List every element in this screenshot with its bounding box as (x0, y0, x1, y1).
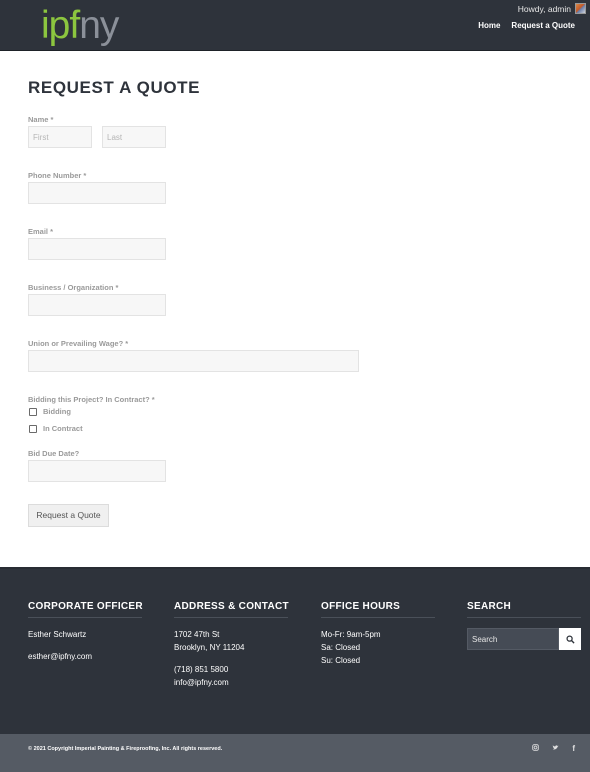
account-menu[interactable]: Howdy, admin (518, 3, 586, 14)
officer-name: Esther Schwartz (28, 630, 87, 639)
phone-input[interactable] (28, 182, 166, 204)
search-button[interactable] (559, 628, 581, 650)
search-widget: SEARCH Search (467, 601, 581, 650)
nav-request-a-quote[interactable]: Request a Quote (511, 21, 575, 30)
bidding-label: Bidding this Project? In Contract? * (28, 395, 155, 404)
avatar (575, 3, 586, 14)
copyright-bar: © 2021 Copyright Imperial Painting & Fir… (0, 734, 590, 772)
business-label: Business / Organization * (28, 283, 119, 292)
bid-due-date-input[interactable] (28, 460, 166, 482)
hours-saturday: Sa: Closed (321, 643, 361, 652)
search-input[interactable]: Search (467, 628, 559, 650)
hours-weekdays: Mo-Fr: 9am-5pm (321, 630, 381, 639)
first-name-input[interactable]: First (28, 126, 92, 148)
site-footer: CORPORATE OFFICER Esther Schwartz esther… (0, 567, 590, 734)
corporate-officer-heading: CORPORATE OFFICER (28, 601, 143, 618)
social-links: f (532, 744, 575, 753)
bidding-checkbox[interactable] (29, 407, 37, 416)
search-form: Search (467, 628, 581, 650)
bidding-option-label: Bidding (43, 407, 71, 416)
contact-phone[interactable]: (718) 851 5800 (174, 663, 288, 676)
phone-label: Phone Number * (28, 171, 87, 180)
in-contract-checkbox[interactable] (29, 424, 37, 433)
corporate-officer-widget: CORPORATE OFFICER Esther Schwartz esther… (28, 601, 143, 663)
nav-home[interactable]: Home (478, 21, 500, 30)
search-icon (565, 634, 575, 644)
page-title: REQUEST A QUOTE (28, 78, 201, 97)
office-hours-widget: OFFICE HOURS Mo-Fr: 9am-5pm Sa: Closed S… (321, 601, 435, 667)
contact-email[interactable]: info@ipfny.com (174, 676, 288, 689)
business-input[interactable] (28, 294, 166, 316)
union-label: Union or Prevailing Wage? * (28, 339, 129, 348)
site-logo[interactable]: ipfny (41, 4, 119, 48)
in-contract-option-label: In Contract (43, 424, 83, 433)
request-quote-button[interactable]: Request a Quote (28, 504, 109, 527)
instagram-icon[interactable] (532, 744, 540, 753)
address-line2: Brooklyn, NY 11204 (174, 643, 245, 652)
hours-sunday: Su: Closed (321, 656, 361, 665)
name-label: Name * (28, 115, 54, 124)
officer-email[interactable]: esther@ipfny.com (28, 650, 142, 663)
howdy-text: Howdy, admin (517, 3, 571, 14)
email-label: Email * (28, 227, 54, 236)
in-contract-option[interactable]: In Contract (29, 424, 83, 433)
site-header: ipfny Howdy, admin Home Request a Quote (0, 0, 590, 51)
office-hours-heading: OFFICE HOURS (321, 601, 435, 618)
logo-part-ny: ny (79, 4, 119, 47)
main-nav: Home Request a Quote (478, 21, 575, 30)
copyright-text: © 2021 Copyright Imperial Painting & Fir… (28, 746, 223, 752)
email-input[interactable] (28, 238, 166, 260)
bidding-option[interactable]: Bidding (29, 407, 71, 416)
address-line1: 1702 47th St (174, 630, 220, 639)
address-heading: ADDRESS & CONTACT (174, 601, 289, 618)
union-input[interactable] (28, 350, 359, 372)
logo-part-ipf: ipf (41, 4, 80, 47)
search-heading: SEARCH (467, 601, 581, 618)
bid-due-label: Bid Due Date? (28, 449, 80, 458)
last-name-input[interactable]: Last (102, 126, 166, 148)
address-contact-widget: ADDRESS & CONTACT 1702 47th St Brooklyn,… (174, 601, 289, 689)
facebook-icon[interactable]: f (572, 744, 575, 753)
twitter-icon[interactable] (552, 744, 559, 753)
